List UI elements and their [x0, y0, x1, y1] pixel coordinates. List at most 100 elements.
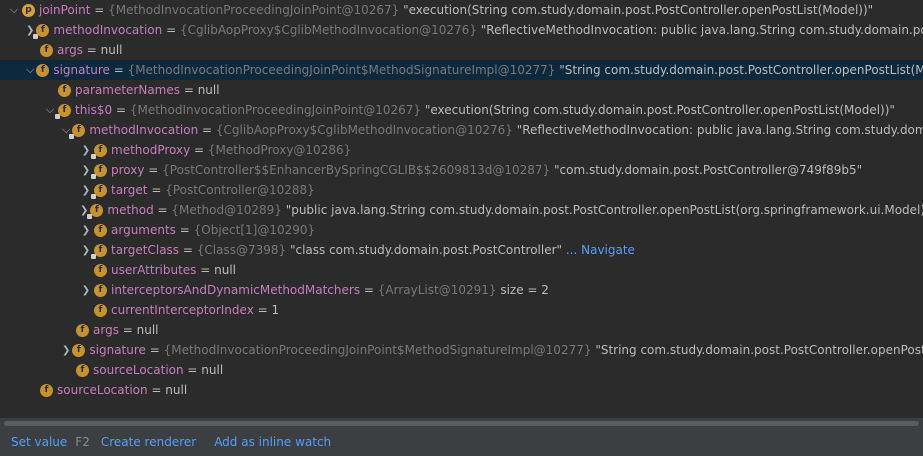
parameter-icon: p: [22, 3, 35, 17]
equals-sign: =: [147, 183, 166, 197]
object-reference: {PostController@10288}: [165, 183, 319, 197]
tree-row-signature[interactable]: ❯ f signature = {MethodInvocationProceedin…: [0, 340, 923, 360]
object-reference: {ArrayList@10291}: [377, 283, 501, 297]
horizontal-scrollbar-thumb[interactable]: [4, 421, 919, 426]
variable-name: arguments: [111, 223, 176, 237]
tree-row-proxy[interactable]: ❯ f proxy = {PostController$$EnhancerBySpr…: [0, 160, 923, 180]
variable-name: args: [57, 43, 83, 57]
tree-row-args[interactable]: f args = null: [0, 320, 923, 340]
field-icon: f: [33, 23, 50, 39]
variable-name: method: [107, 203, 154, 217]
equals-sign: =: [196, 263, 215, 277]
variable-value: null: [165, 383, 188, 397]
variable-value: "public java.lang.String com.study.domai…: [285, 203, 923, 217]
object-reference: {CglibAopProxy$CglibMethodInvocation@102…: [215, 123, 517, 137]
variable-name: targetClass: [111, 243, 180, 257]
variable-name: signature: [89, 343, 146, 357]
tree-row-methodinvocation[interactable]: ❯ f methodInvocation = {CglibAopProxy$Cgli…: [0, 20, 923, 40]
object-reference: {MethodInvocationProceedingJoinPoint$Met…: [163, 343, 596, 357]
variable-value: "com.study.domain.post.PostController@74…: [554, 163, 863, 177]
set-value-link[interactable]: Set value: [11, 435, 67, 449]
field-icon: f: [69, 123, 86, 139]
equals-sign: =: [360, 283, 378, 297]
variable-name: parameterNames: [75, 83, 181, 97]
navigate-link[interactable]: ... Navigate: [562, 243, 635, 257]
tree-row-currentinterceptorindex[interactable]: f currentInterceptorIndex = 1: [0, 300, 923, 320]
equals-sign: =: [145, 343, 164, 357]
equals-sign: =: [147, 383, 166, 397]
tree-row-parameternames[interactable]: f parameterNames = null: [0, 80, 923, 100]
object-reference: {Class@7398}: [196, 243, 290, 257]
field-icon: f: [55, 103, 71, 119]
variable-name: methodProxy: [111, 143, 191, 157]
add-inline-watch-link[interactable]: Add as inline watch: [214, 435, 331, 449]
variable-name: joinPoint: [39, 3, 91, 17]
field-icon: f: [36, 63, 50, 77]
field-icon: f: [91, 163, 107, 179]
variable-value: "ReflectiveMethodInvocation: public java…: [516, 123, 923, 137]
object-reference: {CglibAopProxy$CglibMethodInvocation@102…: [179, 23, 481, 37]
variable-value: "execution(String com.study.domain.post.…: [424, 103, 895, 117]
equals-sign: =: [179, 243, 197, 257]
collapse-chevron-icon[interactable]: ⌵: [26, 63, 34, 77]
create-renderer-link[interactable]: Create renderer: [101, 435, 196, 449]
variable-value: "String com.study.domain.post.PostContro…: [559, 63, 923, 77]
variable-value: null: [100, 43, 123, 57]
variable-name: userAttributes: [111, 263, 197, 277]
object-reference: {MethodInvocationProceedingJoinPoint@102…: [129, 103, 425, 117]
object-reference: {PostController$$EnhancerBySpringCGLIB$$…: [162, 163, 555, 177]
tree-row-sourcelocation[interactable]: f sourceLocation = null: [0, 380, 923, 400]
equals-sign: =: [180, 83, 198, 97]
tree-row-userattributes[interactable]: f userAttributes = null: [0, 260, 923, 280]
equals-sign: =: [198, 123, 216, 137]
field-icon: f: [40, 43, 53, 57]
tree-row-method[interactable]: ❯ f method = {Method@10289} "public java.l…: [0, 200, 923, 220]
variable-value: null: [136, 323, 159, 337]
tree-row-signature[interactable]: ⌵ f signature = {MethodInvocationProceedin…: [0, 60, 923, 80]
variable-name: args: [93, 323, 119, 337]
variable-name: methodInvocation: [89, 123, 199, 137]
field-icon: f: [72, 343, 86, 357]
tree-row-arguments[interactable]: ❯ f arguments = {Object[1]@10290}: [0, 220, 923, 240]
equals-sign: =: [190, 143, 208, 157]
expand-chevron-icon[interactable]: ❯: [80, 285, 92, 296]
tree-row-interceptorsanddynamicmethodmatchers[interactable]: ❯ f interceptorsAndDynamicMethodMatchers =…: [0, 280, 923, 300]
variable-value: "String com.study.domain.post.PostContro…: [595, 343, 923, 357]
variable-name: signature: [53, 63, 110, 77]
tree-row-joinpoint[interactable]: ⌵ p joinPoint = {MethodInvocationProceedin…: [0, 0, 923, 20]
variable-name: interceptorsAndDynamicMethodMatchers: [111, 283, 361, 297]
tree-row-sourcelocation[interactable]: f sourceLocation = null: [0, 360, 923, 380]
tree-row-methodproxy[interactable]: ❯ f methodProxy = {MethodProxy@10286}: [0, 140, 923, 160]
collapse-chevron-icon[interactable]: ⌵: [8, 3, 20, 17]
variable-value: "ReflectiveMethodInvocation: public java…: [480, 23, 923, 37]
field-icon: f: [76, 363, 89, 377]
tree-row-targetclass[interactable]: ❯ f targetClass = {Class@7398} "class com.…: [0, 240, 923, 260]
field-icon: f: [91, 143, 107, 159]
variable-name: this$0: [75, 103, 113, 117]
variable-value: "execution(String com.study.domain.post.…: [403, 3, 874, 17]
expand-chevron-icon[interactable]: ❯: [62, 345, 70, 356]
tree-row-target[interactable]: ❯ f target = {PostController@10288}: [0, 180, 923, 200]
equals-sign: =: [90, 3, 109, 17]
variable-value: null: [201, 363, 224, 377]
tree-row-args[interactable]: f args = null: [0, 40, 923, 60]
equals-sign: =: [253, 303, 272, 317]
variable-name: target: [111, 183, 148, 197]
equals-sign: =: [112, 103, 130, 117]
variable-name: methodInvocation: [53, 23, 163, 37]
field-icon: f: [94, 263, 107, 277]
equals-sign: =: [153, 203, 172, 217]
field-icon: f: [94, 303, 107, 317]
object-reference: {MethodInvocationProceedingJoinPoint@102…: [108, 3, 404, 17]
equals-sign: =: [109, 63, 128, 77]
field-icon: f: [58, 83, 71, 97]
variable-value: null: [197, 83, 220, 97]
tree-row-methodinvocation[interactable]: ⌵ f methodInvocation = {CglibAopProxy$Cgli…: [0, 120, 923, 140]
set-value-shortcut: F2: [75, 435, 90, 449]
expand-chevron-icon[interactable]: ❯: [80, 225, 92, 236]
field-icon: f: [91, 183, 107, 199]
variable-value: 1: [271, 303, 280, 317]
tree-row-this-0[interactable]: ⌵ f this$0 = {MethodInvocationProceedingJo…: [0, 100, 923, 120]
equals-sign: =: [175, 223, 194, 237]
field-icon: f: [94, 283, 107, 297]
